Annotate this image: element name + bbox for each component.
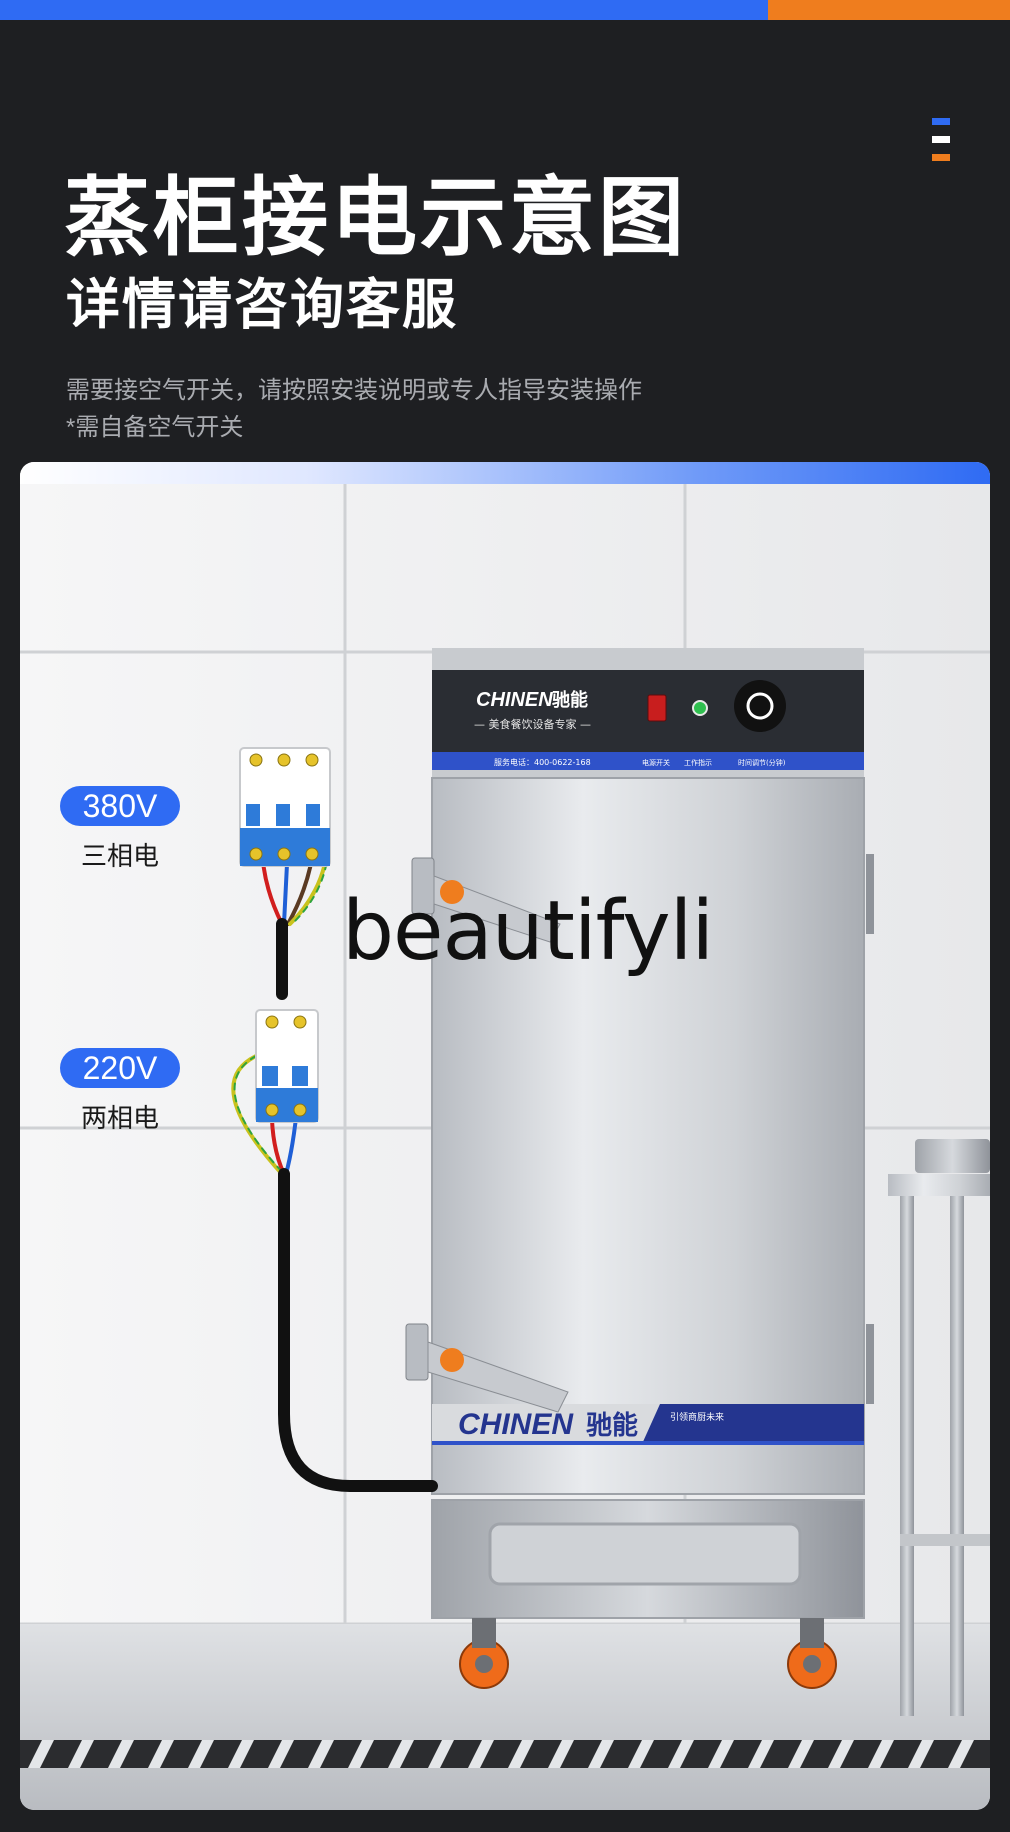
panel-gradient-header [20, 462, 990, 484]
page-title: 蒸柜接电示意图 [64, 170, 687, 266]
breaker-2phase [255, 1009, 319, 1123]
cabinet-slogan: — 美食餐饮设备专家 — [474, 717, 591, 731]
voltage-380-badge: 380V [60, 786, 180, 826]
cabinet-brand: CHINEN [476, 689, 553, 711]
top-accent-orange [768, 0, 1010, 20]
breaker-note: *需自备空气开关 [66, 414, 244, 441]
door-brand-cn: 驰能 [586, 1410, 638, 1441]
wiring-illustration: CHINEN 驰能 — 美食餐饮设备专家 — 服务电话：400-0622-168… [20, 484, 990, 1810]
page-subtitle: 详情请咨询客服 [66, 275, 458, 335]
corner-menu-icon [932, 118, 950, 162]
cabinet-service-phone: 服务电话：400-0622-168 [494, 757, 591, 767]
wiring-scene: CHINEN 驰能 — 美食餐饮设备专家 — 服务电话：400-0622-168… [20, 484, 990, 1810]
diagram-panel: CHINEN 驰能 — 美食餐饮设备专家 — 服务电话：400-0622-168… [20, 462, 990, 1810]
corner-mark-orange [932, 154, 950, 161]
corner-mark-blue [932, 118, 950, 125]
cabinet-work-indicator: 工作指示 [684, 758, 712, 767]
breaker-3phase [239, 747, 331, 867]
top-accent-blue [0, 0, 768, 20]
cabinet-brand-cn: 驰能 [552, 689, 588, 711]
phase-380-label: 三相电 [80, 841, 159, 871]
door-slogan: 引领商厨未来 [670, 1411, 724, 1423]
watermark-text: beautifyli [342, 884, 714, 979]
cabinet-power-switch: 电源开关 [642, 758, 670, 767]
steam-cabinet [405, 648, 874, 1689]
corner-mark-white [932, 136, 950, 143]
phase-220-label: 两相电 [80, 1103, 159, 1133]
door-brand: CHINEN [458, 1408, 574, 1441]
top-accent-bar [0, 0, 1010, 20]
cabinet-timer: 时间调节(分钟) [738, 758, 786, 767]
voltage-220-badge: 220V [60, 1048, 180, 1088]
install-note: 需要接空气开关，请按照安装说明或专人指导安装操作 [66, 377, 642, 404]
